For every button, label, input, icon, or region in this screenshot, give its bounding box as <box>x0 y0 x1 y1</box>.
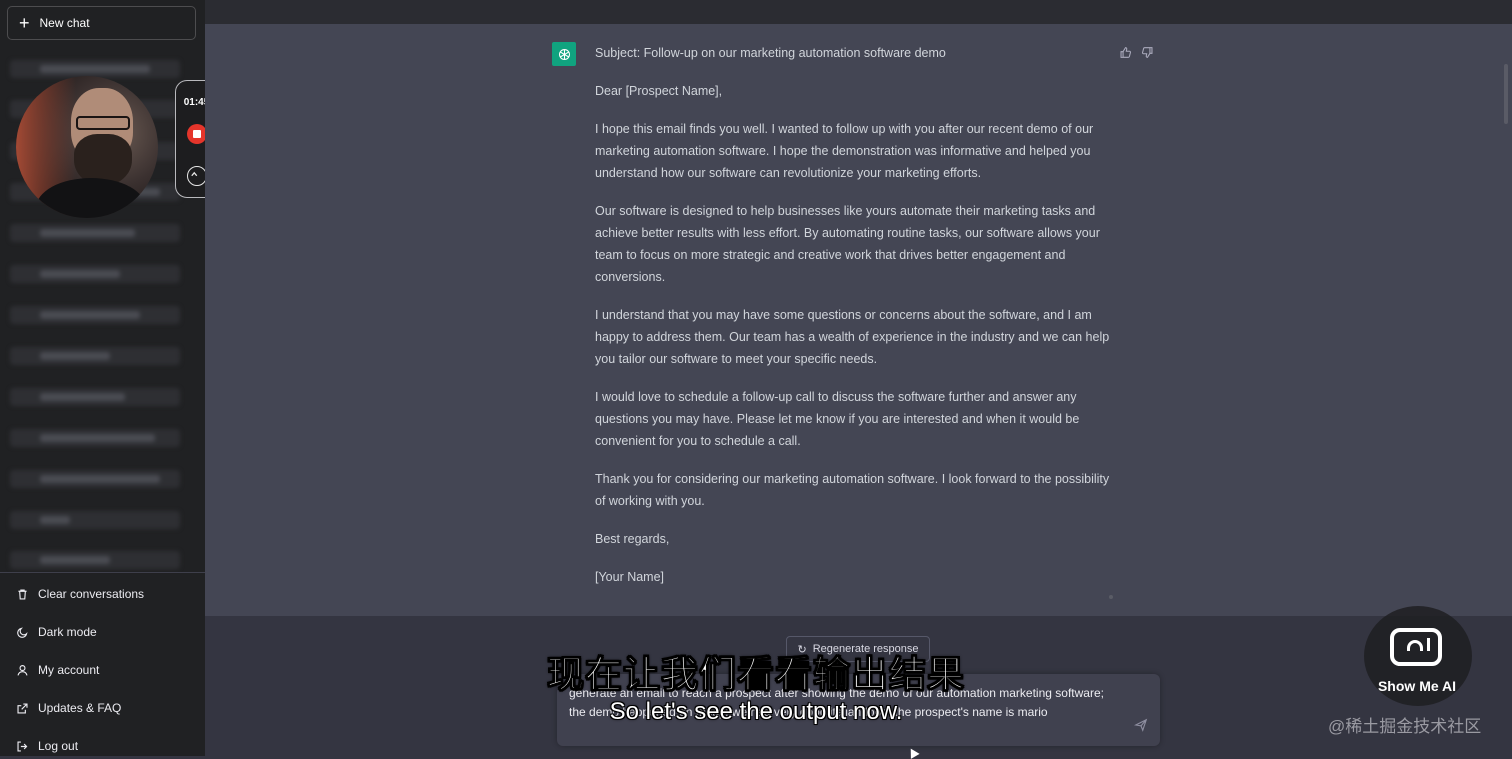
subtitle-english: So let's see the output now. <box>609 698 903 725</box>
webcam-overlay <box>16 76 158 218</box>
response-paragraph: I hope this email finds you well. I want… <box>595 122 1094 180</box>
openai-logo-glyph <box>558 48 570 60</box>
top-bar <box>205 0 1512 24</box>
response-paragraph: [Your Name] <box>595 570 665 584</box>
sidebar-divider <box>0 572 205 573</box>
scrollbar-thumb[interactable] <box>1504 64 1508 124</box>
stop-icon <box>193 130 201 138</box>
trash-icon <box>18 588 27 600</box>
chevron-up-glyph <box>191 171 198 177</box>
chatgpt-logo-icon <box>552 42 576 66</box>
response-paragraph: Thank you for considering our marketing … <box>595 472 1110 508</box>
sidebar-item-label: Dark mode <box>38 625 97 639</box>
logout-icon <box>17 740 28 752</box>
thumbs-down-icon[interactable] <box>1141 46 1154 59</box>
robot-icon <box>1390 628 1442 666</box>
assistant-message: Subject: Follow-up on our marketing auto… <box>205 24 1512 616</box>
response-paragraph: Dear [Prospect Name], <box>595 84 723 98</box>
response-paragraph: I understand that you may have some ques… <box>595 308 1110 366</box>
brand-name: Show Me AI <box>1377 678 1457 694</box>
history-item[interactable] <box>10 224 180 242</box>
history-item[interactable] <box>10 265 180 283</box>
feedback-buttons <box>1119 46 1163 59</box>
log-out-button[interactable]: Log out <box>16 739 78 753</box>
new-chat-label: New chat <box>39 16 90 30</box>
subtitle-chinese: 现在让我们看看输出结果 <box>547 654 965 696</box>
history-item[interactable] <box>10 347 180 365</box>
history-item[interactable] <box>10 511 180 529</box>
response-paragraph: Subject: Follow-up on our marketing auto… <box>595 46 946 60</box>
response-paragraph: I would love to schedule a follow-up cal… <box>595 390 1080 448</box>
clear-conversations-button[interactable]: Clear conversations <box>16 587 144 601</box>
sidebar-item-label: Log out <box>38 739 79 753</box>
loading-dot <box>1109 595 1113 599</box>
history-item[interactable] <box>10 388 180 406</box>
sidebar-item-label: Clear conversations <box>38 587 145 601</box>
history-item[interactable] <box>10 470 180 488</box>
new-chat-button[interactable]: + New chat <box>7 6 196 40</box>
webcam-person-glasses <box>76 116 130 130</box>
history-item[interactable] <box>10 429 180 447</box>
response-paragraph: Best regards, <box>595 532 670 546</box>
history-item[interactable] <box>10 551 180 569</box>
plus-icon: + <box>19 13 30 33</box>
history-item[interactable] <box>10 306 180 324</box>
watermark: @稀土掘金技术社区 <box>1328 717 1482 736</box>
show-me-ai-logo: Show Me AI <box>1364 606 1472 706</box>
thumbs-up-icon[interactable] <box>1119 46 1132 59</box>
dark-mode-button[interactable]: Dark mode <box>16 625 97 639</box>
response-paragraph: Our software is designed to help busines… <box>595 204 1100 284</box>
chevron-up-icon[interactable] <box>187 166 207 186</box>
response-text: Subject: Follow-up on our marketing auto… <box>595 42 1120 604</box>
moon-icon <box>17 626 28 638</box>
stop-recording-button[interactable] <box>187 124 207 144</box>
